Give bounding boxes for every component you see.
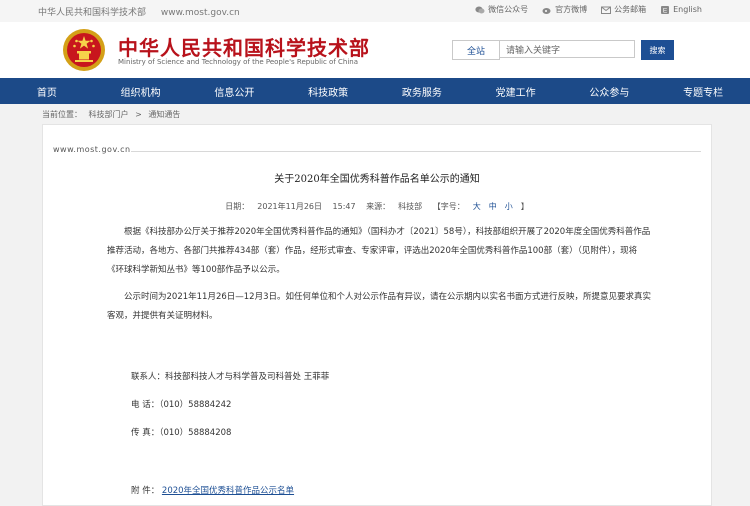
article-date: 2021年11月26日: [257, 202, 322, 211]
search-bar: 全站 请输入关键字 搜索: [452, 40, 674, 60]
paragraph-2: 公示时间为2021年11月26日—12月3日。如任何单位和个人对公示作品有异议，…: [107, 292, 651, 321]
top-site-name: 中华人民共和国科学技术部: [38, 8, 147, 18]
font-size-label: 【字号：: [432, 202, 465, 211]
wechat-link[interactable]: 微信公众号: [475, 4, 528, 15]
weibo-label: 官方微博: [555, 5, 588, 14]
breadcrumb-notices[interactable]: 通知通告: [148, 110, 180, 119]
article-body: 根据《科技部办公厅关于推荐2020年全国优秀科普作品的通知》（国科办才〔2021…: [107, 223, 652, 326]
top-bar-links: 微信公众号 官方微博 公务邮箱 E English: [475, 4, 702, 15]
search-button[interactable]: 搜索: [641, 40, 674, 60]
article-title: 关于2020年全国优秀科普作品名单公示的通知: [274, 174, 480, 185]
contact-fax: 传 真：（010）58884208: [131, 428, 232, 438]
article-panel: www.most.gov.cn 关于2020年全国优秀科普作品名单公示的通知 日…: [42, 124, 712, 506]
article-meta: 日期： 2021年11月26日 15:47 来源： 科技部 【字号： 大中小】: [43, 201, 711, 212]
font-size-medium-button[interactable]: 中: [489, 202, 497, 211]
attachment-line: 附 件： 2020年全国优秀科普作品公示名单: [131, 484, 294, 496]
source-label: 来源：: [366, 202, 391, 211]
nav-item-party-building[interactable]: 党建工作: [469, 78, 563, 104]
nav-item-public-participation[interactable]: 公众参与: [563, 78, 657, 104]
wechat-icon: [475, 6, 485, 13]
main-nav: 首页 组织机构 信息公开 科技政策 政务服务 党建工作 公众参与 专题专栏: [0, 78, 750, 104]
breadcrumb-label: 当前位置：: [42, 110, 82, 119]
weibo-link[interactable]: 官方微博: [542, 4, 587, 15]
top-site-url[interactable]: www.most.gov.cn: [161, 8, 240, 18]
article-domain: www.most.gov.cn: [53, 145, 131, 154]
top-bar: 中华人民共和国科学技术部 www.most.gov.cn 微信公众号 官方微博 …: [0, 0, 750, 22]
nav-item-special-topics[interactable]: 专题专栏: [656, 78, 750, 104]
site-subtitle: Ministry of Science and Technology of th…: [118, 58, 359, 66]
article-time: 15:47: [332, 202, 356, 211]
site-title[interactable]: 中华人民共和国科学技术部: [118, 32, 370, 61]
nav-item-info-disclosure[interactable]: 信息公开: [188, 78, 282, 104]
breadcrumb-portal[interactable]: 科技部门户: [89, 110, 129, 119]
article-source: 科技部: [398, 202, 423, 211]
nav-item-sci-tech-policy[interactable]: 科技政策: [281, 78, 375, 104]
contact-person: 联系人：科技部科技人才与科学普及司科普处 王菲菲: [131, 372, 330, 382]
english-label: English: [673, 5, 702, 14]
search-input[interactable]: 请输入关键字: [500, 40, 635, 58]
english-link[interactable]: E English: [660, 5, 702, 15]
nav-item-organization[interactable]: 组织机构: [94, 78, 188, 104]
font-size-end: 】: [520, 202, 529, 211]
national-emblem-icon: [63, 29, 105, 71]
nav-item-gov-services[interactable]: 政务服务: [375, 78, 469, 104]
contact-phone: 电 话：（010）58884242: [131, 400, 232, 410]
weibo-icon: [542, 7, 551, 14]
breadcrumb: 当前位置： 科技部门户 > 通知通告: [42, 109, 184, 120]
search-scope-select[interactable]: 全站: [452, 40, 500, 60]
breadcrumb-separator: >: [135, 110, 142, 119]
attachment-label: 附 件：: [131, 486, 160, 496]
paragraph-1: 根据《科技部办公厅关于推荐2020年全国优秀科普作品的通知》（国科办才〔2021…: [107, 227, 651, 275]
top-bar-left: 中华人民共和国科学技术部 www.most.gov.cn: [38, 5, 252, 18]
wechat-label: 微信公众号: [488, 5, 529, 14]
email-label: 公务邮箱: [614, 5, 647, 14]
mail-icon: [601, 6, 612, 14]
divider: [131, 151, 701, 152]
attachment-link[interactable]: 2020年全国优秀科普作品公示名单: [162, 486, 294, 496]
nav-item-home[interactable]: 首页: [0, 78, 94, 104]
globe-icon: E: [661, 5, 670, 14]
email-link[interactable]: 公务邮箱: [601, 4, 646, 15]
date-label: 日期：: [225, 202, 250, 211]
font-size-small-button[interactable]: 小: [505, 202, 513, 211]
font-size-large-button[interactable]: 大: [473, 202, 481, 211]
svg-text:E: E: [663, 7, 668, 14]
